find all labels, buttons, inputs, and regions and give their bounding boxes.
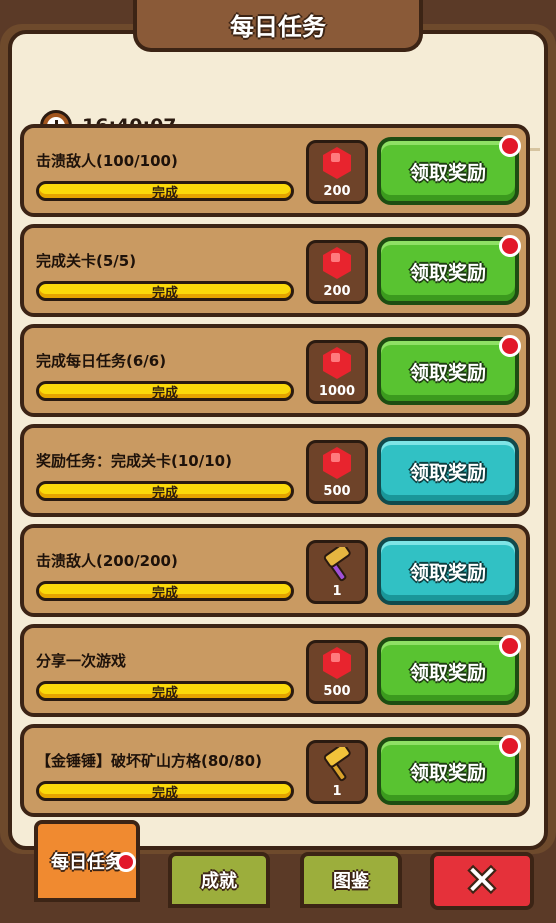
progress-bar: 完成 (36, 381, 294, 401)
close-icon: ✕ (465, 858, 499, 904)
task-row: 完成每日任务(6/6) 完成 1000 领取奖励 (20, 324, 530, 417)
task-name: 击溃敌人(100/100) (36, 152, 178, 170)
task-row: 奖励任务：完成关卡(10/10) 完成 500 领取奖励 (20, 424, 530, 517)
claim-reward-button[interactable]: 领取奖励 (377, 235, 521, 305)
claim-reward-label: 领取奖励 (409, 361, 486, 384)
task-row: 击溃敌人(200/200) 完成 1 领取奖励 (20, 524, 530, 617)
task-name: 【金锤锤】破坏矿山方格(80/80) (36, 752, 262, 770)
task-name: 击溃敌人(200/200) (36, 552, 178, 570)
tab-achievements-label: 成就 (201, 871, 237, 892)
claim-reward-label: 领取奖励 (409, 761, 486, 784)
task-name: 奖励任务：完成关卡(10/10) (36, 452, 232, 470)
progress-bar: 完成 (36, 181, 294, 201)
ruby-gem-icon (323, 647, 351, 679)
reward-slot: 500 (306, 640, 368, 704)
progress-label: 完成 (151, 385, 178, 401)
progress-label: 完成 (151, 585, 178, 601)
notification-dot-icon (499, 335, 521, 357)
reward-slot: 200 (306, 240, 368, 304)
claim-reward-label: 领取奖励 (409, 561, 486, 584)
reward-quantity: 200 (323, 284, 351, 299)
close-button[interactable]: ✕ (430, 852, 534, 910)
purple-hammer-icon (323, 547, 351, 582)
progress-label: 完成 (151, 485, 178, 501)
tab-achievements[interactable]: 成就 (168, 852, 270, 908)
reward-slot: 1000 (306, 340, 368, 404)
tab-gallery[interactable]: 图鉴 (300, 852, 402, 908)
reward-slot: 500 (306, 440, 368, 504)
task-name: 完成每日任务(6/6) (36, 352, 167, 370)
reward-quantity: 1 (332, 584, 342, 599)
page-title: 每日任务 (230, 12, 326, 41)
task-row: 完成关卡(5/5) 完成 200 领取奖励 (20, 224, 530, 317)
task-row: 分享一次游戏 完成 500 领取奖励 (20, 624, 530, 717)
notification-dot-icon (116, 852, 136, 872)
claim-reward-button[interactable]: 领取奖励 (377, 735, 521, 805)
ruby-gem-icon (323, 147, 351, 179)
gold-hammer-icon (323, 747, 351, 782)
progress-bar: 完成 (36, 781, 294, 801)
ruby-gem-icon (323, 347, 351, 379)
task-row: 【金锤锤】破坏矿山方格(80/80) 完成 1 领取奖励 (20, 724, 530, 817)
reward-slot: 1 (306, 740, 368, 804)
progress-bar: 完成 (36, 481, 294, 501)
claim-reward-button[interactable]: 领取奖励 (377, 135, 521, 205)
reward-slot: 200 (306, 140, 368, 204)
task-row: 击溃敌人(100/100) 完成 200 领取奖励 (20, 124, 530, 217)
progress-bar: 完成 (36, 581, 294, 601)
task-list: 击溃敌人(100/100) 完成 200 领取奖励 完成关卡(5/5) 完成 2… (20, 124, 530, 824)
reward-quantity: 500 (323, 484, 351, 499)
claim-reward-button[interactable]: 领取奖励 (377, 537, 519, 605)
notification-dot-icon (499, 235, 521, 257)
notification-dot-icon (499, 635, 521, 657)
title-banner: 每日任务 (133, 0, 423, 52)
claim-reward-button[interactable]: 领取奖励 (377, 635, 521, 705)
notification-dot-icon (499, 735, 521, 757)
claim-reward-label: 领取奖励 (409, 161, 486, 184)
progress-bar: 完成 (36, 281, 294, 301)
claim-reward-label: 领取奖励 (409, 461, 486, 484)
reward-quantity: 200 (323, 184, 351, 199)
tab-daily-label: 每日任务 (51, 852, 123, 873)
reward-slot: 1 (306, 540, 368, 604)
claim-reward-label: 领取奖励 (409, 261, 486, 284)
task-name: 完成关卡(5/5) (36, 252, 137, 270)
ruby-gem-icon (323, 447, 351, 479)
progress-label: 完成 (151, 285, 178, 301)
claim-reward-label: 领取奖励 (409, 661, 486, 684)
notification-dot-icon (499, 135, 521, 157)
claim-reward-button[interactable]: 领取奖励 (377, 437, 519, 505)
progress-bar: 完成 (36, 681, 294, 701)
ruby-gem-icon (323, 247, 351, 279)
reward-quantity: 1 (332, 784, 342, 799)
claim-reward-button[interactable]: 领取奖励 (377, 335, 521, 405)
progress-label: 完成 (151, 185, 178, 201)
tab-gallery-label: 图鉴 (333, 871, 369, 892)
tab-daily-tasks[interactable]: 每日任务 (34, 820, 140, 902)
task-name: 分享一次游戏 (36, 652, 127, 670)
reward-quantity: 500 (323, 684, 351, 699)
progress-label: 完成 (151, 685, 178, 701)
reward-quantity: 1000 (318, 384, 356, 399)
progress-label: 完成 (151, 785, 178, 801)
